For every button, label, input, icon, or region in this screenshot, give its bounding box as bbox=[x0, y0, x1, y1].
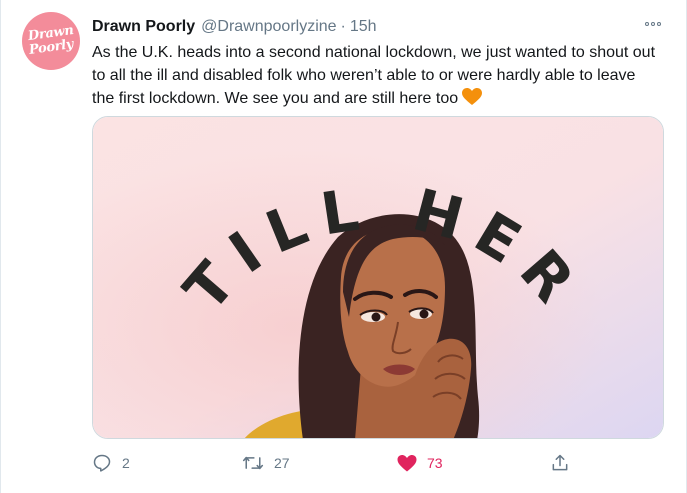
display-name[interactable]: Drawn Poorly bbox=[92, 18, 195, 36]
tweet-header: Drawn Poorly @Drawnpoorlyzine · 15h bbox=[92, 16, 377, 38]
tweet-image[interactable]: STILL HERE bbox=[92, 116, 664, 439]
retweet-icon[interactable] bbox=[242, 453, 264, 473]
avatar[interactable]: Drawn Poorly bbox=[22, 12, 80, 70]
reply-button[interactable]: 2 bbox=[92, 448, 130, 478]
share-button[interactable] bbox=[550, 448, 570, 478]
retweet-button[interactable]: 27 bbox=[242, 448, 290, 478]
reply-count: 2 bbox=[122, 455, 130, 471]
more-icon[interactable] bbox=[641, 14, 665, 34]
retweet-count: 27 bbox=[274, 455, 290, 471]
share-icon[interactable] bbox=[550, 453, 570, 473]
like-icon[interactable] bbox=[397, 454, 417, 473]
tweet-text: As the U.K. heads into a second national… bbox=[92, 41, 662, 113]
user-handle[interactable]: @Drawnpoorlyzine bbox=[201, 18, 336, 36]
reply-icon[interactable] bbox=[92, 453, 112, 473]
like-count: 73 bbox=[427, 455, 443, 471]
timestamp[interactable]: 15h bbox=[350, 18, 377, 36]
tweet-body: As the U.K. heads into a second national… bbox=[92, 44, 656, 107]
like-button[interactable]: 73 bbox=[397, 448, 443, 478]
orange-heart-icon bbox=[462, 88, 483, 113]
tweet[interactable]: Drawn Poorly Drawn Poorly @Drawnpoorlyzi… bbox=[0, 0, 687, 493]
action-bar: 2 27 73 bbox=[92, 448, 664, 478]
separator: · bbox=[340, 18, 346, 35]
